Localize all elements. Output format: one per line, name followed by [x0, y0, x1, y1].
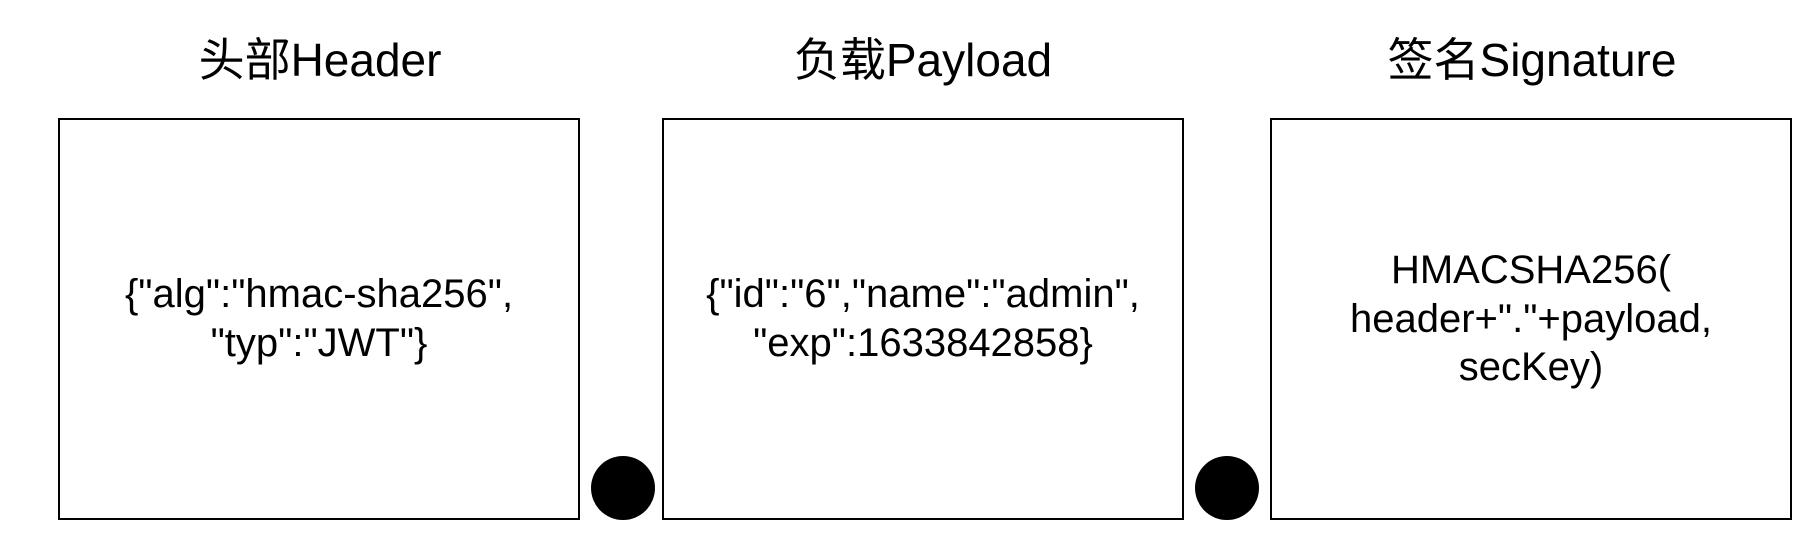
payload-box: {"id":"6","name":"admin", "exp":16338428… [662, 118, 1184, 520]
payload-box-text: {"id":"6","name":"admin", "exp":16338428… [706, 272, 1140, 365]
header-box-text: {"alg":"hmac-sha256", "typ":"JWT"} [124, 272, 514, 365]
header-section-title: 头部Header [198, 34, 442, 86]
separator-dot-1 [591, 456, 655, 520]
separator-dot-2 [1195, 456, 1259, 520]
signature-box: HMACSHA256( header+"."+payload, secKey) [1270, 118, 1792, 520]
signature-box-text: HMACSHA256( header+"."+payload, secKey) [1349, 247, 1712, 390]
header-box: {"alg":"hmac-sha256", "typ":"JWT"} [58, 118, 580, 520]
payload-section-title: 负载Payload [793, 34, 1053, 86]
signature-section-title: 签名Signature [1387, 34, 1677, 86]
